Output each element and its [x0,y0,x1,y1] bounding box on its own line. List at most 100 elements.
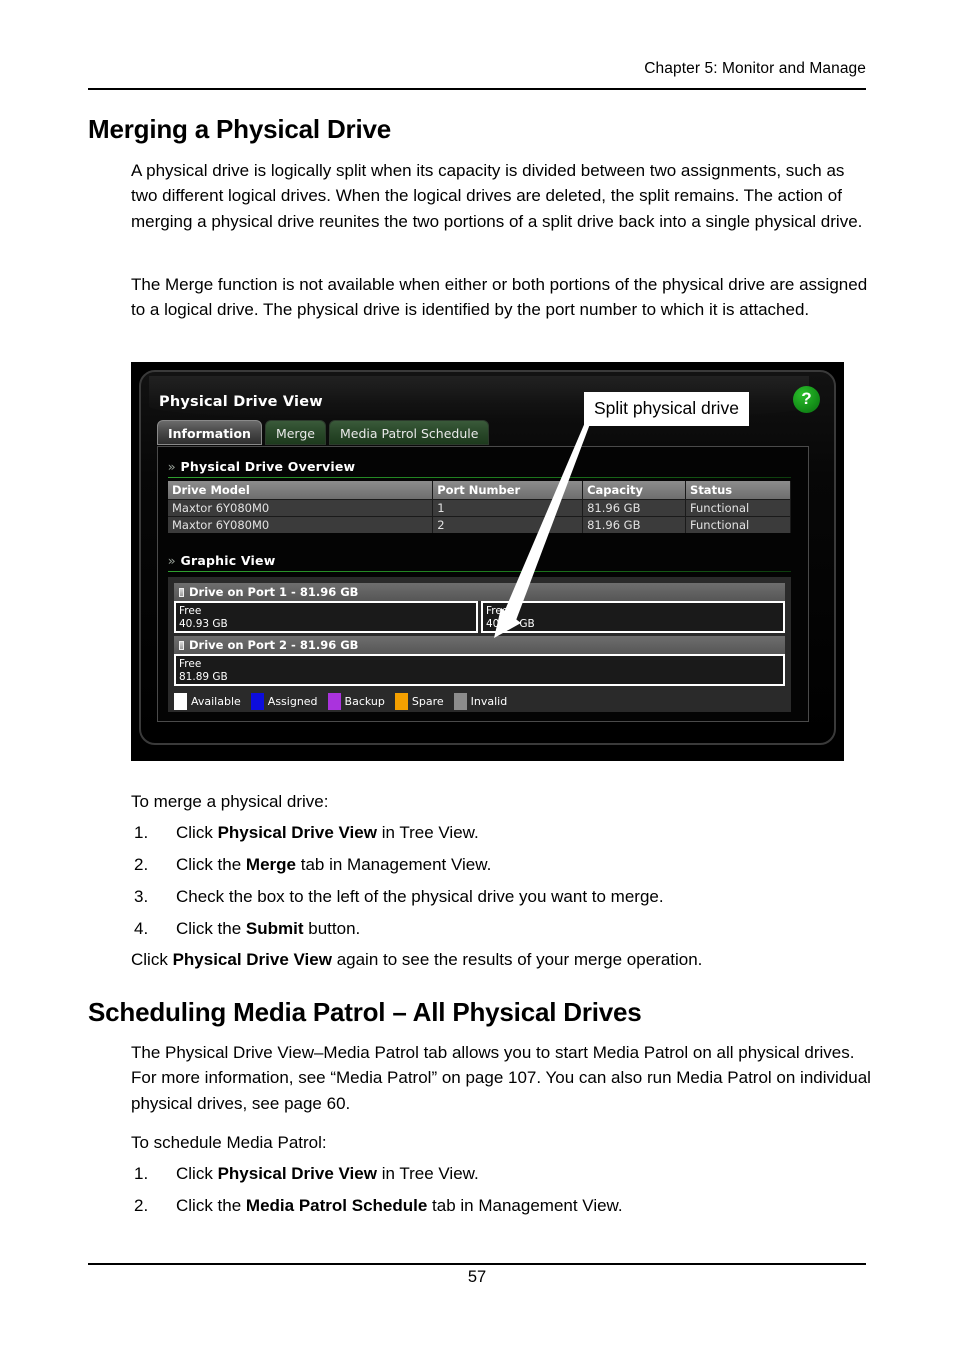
legend: Available Assigned Backup Spare Invalid [174,693,785,710]
paragraph-merge-restriction: The Merge function is not available when… [131,275,868,320]
chevron-double-down-icon: » [167,460,176,474]
cell-port-number: 1 [432,499,584,517]
list-item: 1. Click Physical Drive View in Tree Vie… [131,1161,871,1186]
legend-item-assigned: Assigned [250,693,318,710]
section-header-label: Physical Drive Overview [180,459,356,474]
drive-bar-port-1: Free 40.93 GB Free 40.93 GB [174,601,785,633]
drive-icon [179,588,184,597]
paragraph-merge-intro: A physical drive is logically split when… [131,161,863,231]
legend-swatch-spare [394,693,408,710]
list-item-text-bold: Physical Drive View [217,1164,377,1183]
steps-list-merge: 1. Click Physical Drive View in Tree Vie… [131,820,871,948]
callout-label-split-physical-drive: Split physical drive [584,392,749,426]
legend-swatch-invalid [453,693,467,710]
list-item-text-post: tab in Management View. [427,1196,623,1215]
list-item: 4. Click the Submit button. [131,916,871,941]
list-item-text-post: in Tree View. [376,823,479,842]
list-item-number: 2. [134,1196,149,1215]
legend-label: Backup [344,695,385,708]
table-row[interactable]: Maxtor 6Y080M0 2 81.96 GB Functional [168,516,791,533]
legend-item-spare: Spare [394,693,444,710]
help-icon[interactable]: ? [793,386,820,413]
paragraph-media-patrol-intro: The Physical Drive View–Media Patrol tab… [131,1043,871,1113]
drive-header-port-2[interactable]: Drive on Port 2 - 81.96 GB [174,636,785,654]
list-item-text-pre: Click [176,1164,218,1183]
drive-icon [179,641,184,650]
segment-size: 40.93 GB [486,617,535,630]
legend-swatch-backup [327,693,341,710]
drive-bar-port-2: Free 81.89 GB [174,654,785,686]
legend-label: Available [191,695,241,708]
column-header-port-number[interactable]: Port Number [432,481,584,500]
list-item-text-post: in Tree View. [376,1164,479,1183]
list-item-text-pre: Click the [176,855,246,874]
legend-swatch-assigned [250,693,264,710]
closing-bold: Physical Drive View [172,950,332,969]
app-window-title: Physical Drive View [159,394,323,410]
legend-label: Assigned [267,695,318,708]
list-item-number: 1. [134,1164,149,1183]
page-number: 57 [467,1268,487,1286]
figure-physical-drive-view-screenshot: Physical Drive View ? Information Merge Me… [131,362,844,761]
paragraph-merge-closing: Click Physical Drive View again to see t… [131,947,871,972]
legend-label: Invalid [470,695,508,708]
drive-segment[interactable]: Free 81.89 GB [174,654,785,686]
column-header-drive-model[interactable]: Drive Model [168,481,434,500]
column-header-status[interactable]: Status [685,481,791,500]
cell-status: Functional [685,499,791,517]
section-header-label: Graphic View [180,553,276,568]
drive-header-port-1[interactable]: Drive on Port 1 - 81.96 GB [174,583,785,601]
tab-media-patrol-schedule[interactable]: Media Patrol Schedule [328,420,490,445]
chevron-double-down-icon: » [167,554,176,568]
footer-rule [88,1263,866,1265]
tab-bar: Information Merge Media Patrol Schedule [157,420,492,446]
legend-item-available: Available [174,693,241,710]
list-item-number: 3. [134,887,149,906]
section-divider-graphic [168,571,791,572]
header-rule [88,88,866,90]
list-item-text-pre: Click the [176,919,246,938]
column-header-capacity[interactable]: Capacity [582,481,687,500]
drive-header-label: Drive on Port 1 - 81.96 GB [189,585,359,599]
cell-drive-model: Maxtor 6Y080M0 [168,499,434,517]
drive-segment[interactable]: Free 40.93 GB [174,601,478,633]
list-item-number: 2. [134,855,149,874]
list-item-text-post: button. [303,919,361,938]
closing-post: again to see the results of your merge o… [331,950,703,969]
tab-merge[interactable]: Merge [264,420,326,445]
drive-segment[interactable]: Free 40.93 GB [481,601,785,633]
table-row[interactable]: Maxtor 6Y080M0 1 81.96 GB Functional [168,499,791,517]
section-header-physical-drive-overview[interactable]: » Physical Drive Overview [168,459,355,474]
list-item-text-pre: Click [176,823,218,842]
list-item-text-bold: Physical Drive View [217,823,377,842]
legend-swatch-available [174,693,187,710]
lead-in-schedule: To schedule Media Patrol: [131,1133,327,1152]
list-item: 1. Click Physical Drive View in Tree Vie… [131,820,871,845]
cell-capacity: 81.96 GB [582,499,687,517]
page-title: Merging a Physical Drive [88,114,391,144]
cell-status: Functional [685,516,791,533]
list-item-text-bold: Media Patrol Schedule [245,1196,428,1215]
legend-item-backup: Backup [327,693,385,710]
tab-information[interactable]: Information [157,420,262,445]
cell-capacity: 81.96 GB [582,516,687,533]
list-item-text-bold: Submit [245,919,304,938]
list-item-text-bold: Merge [245,855,296,874]
table-header-row: Drive Model Port Number Capacity Status [168,481,791,500]
cell-drive-model: Maxtor 6Y080M0 [168,516,434,533]
legend-item-invalid: Invalid [453,693,508,710]
document-page: Chapter 5: Monitor and Manage Merging a … [0,0,954,1352]
list-item-text-post: tab in Management View. [296,855,492,874]
lead-in-merge: To merge a physical drive: [131,792,329,811]
drive-header-label: Drive on Port 2 - 81.96 GB [189,638,359,652]
list-item: 3. Check the box to the left of the phys… [131,884,871,909]
section-header-graphic-view[interactable]: » Graphic View [167,553,276,568]
section-title-scheduling-media-patrol: Scheduling Media Patrol – All Physical D… [88,997,642,1027]
physical-drive-table: Drive Model Port Number Capacity Status … [168,481,791,533]
segment-label: Free [179,658,202,670]
section-divider-overview [168,477,791,478]
steps-list-schedule: 1. Click Physical Drive View in Tree Vie… [131,1161,871,1225]
legend-label: Spare [411,695,444,708]
list-item-text-pre: Check the box to the left of the physica… [176,887,664,906]
segment-size: 81.89 GB [179,670,228,683]
